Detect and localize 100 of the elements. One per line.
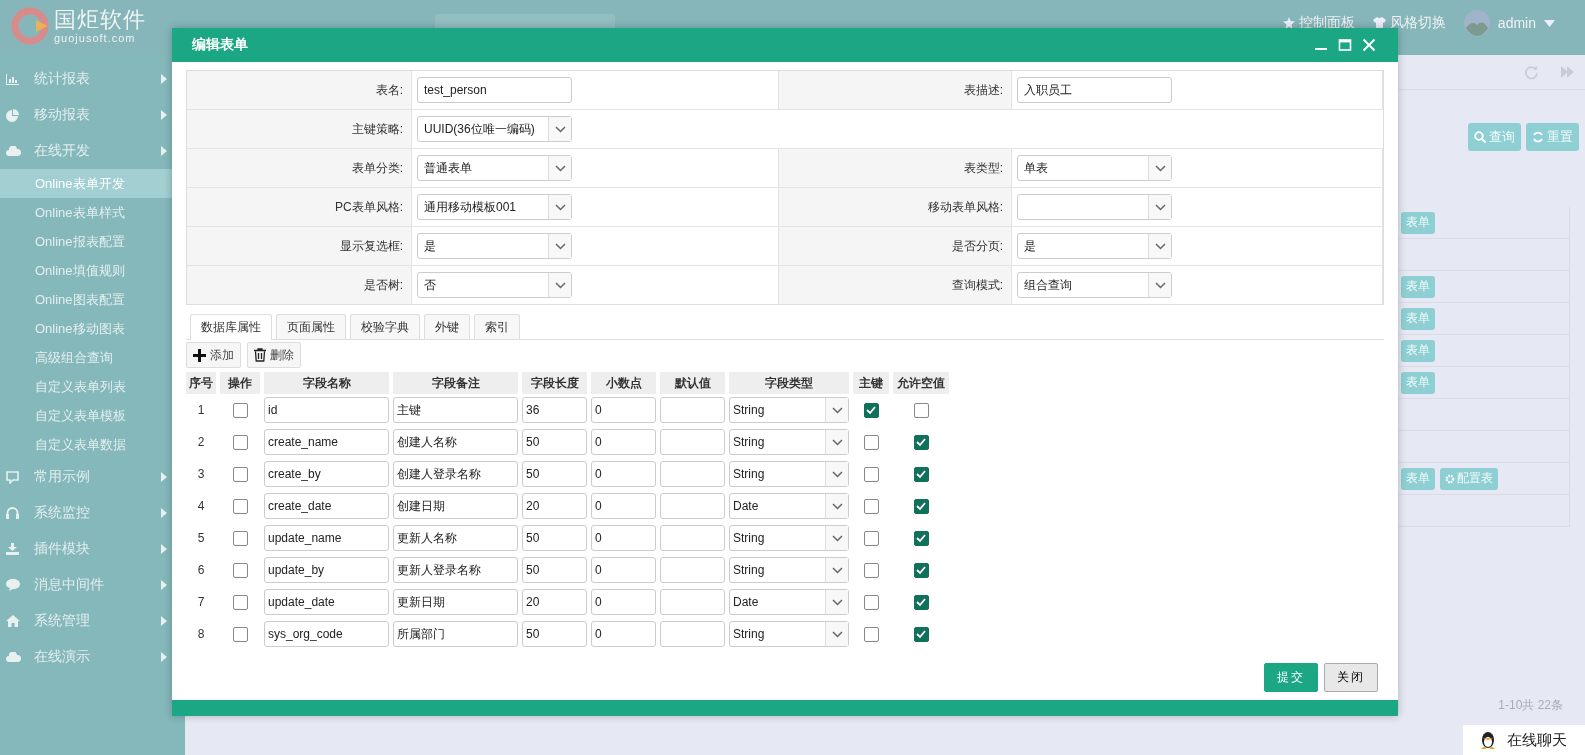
- checkbox[interactable]: [913, 626, 929, 642]
- text-field[interactable]: create_name: [264, 429, 389, 455]
- select-field[interactable]: 普通表单: [417, 155, 572, 181]
- delete-button[interactable]: 删除: [247, 342, 301, 368]
- text-field[interactable]: 所属部门: [393, 621, 518, 647]
- text-field[interactable]: [660, 621, 725, 647]
- logo-icon: [10, 6, 50, 46]
- text-field[interactable]: update_name: [264, 525, 389, 551]
- text-field[interactable]: update_date: [264, 589, 389, 615]
- text-field[interactable]: 更新日期: [393, 589, 518, 615]
- text-field[interactable]: 50: [522, 461, 587, 487]
- checkbox[interactable]: [232, 594, 248, 610]
- text-field[interactable]: 创建日期: [393, 493, 518, 519]
- text-field[interactable]: [660, 461, 725, 487]
- text-field[interactable]: [660, 525, 725, 551]
- select-field[interactable]: 否: [417, 272, 572, 298]
- select-field[interactable]: 单表: [1017, 155, 1172, 181]
- select-field[interactable]: String: [729, 397, 849, 423]
- text-field[interactable]: 50: [522, 621, 587, 647]
- close-button[interactable]: 关闭: [1324, 663, 1378, 692]
- text-field[interactable]: 20: [522, 493, 587, 519]
- checkbox[interactable]: [913, 594, 929, 610]
- text-field[interactable]: create_date: [264, 493, 389, 519]
- text-field[interactable]: 更新人登录名称: [393, 557, 518, 583]
- select-field[interactable]: 通用移动模板001: [417, 194, 572, 220]
- checkbox[interactable]: [232, 530, 248, 546]
- checkbox[interactable]: [863, 626, 879, 642]
- text-field[interactable]: 0: [591, 461, 656, 487]
- arrow-icon: [161, 652, 167, 662]
- text-field[interactable]: 0: [591, 525, 656, 551]
- select-field[interactable]: 组合查询: [1017, 272, 1172, 298]
- select-field[interactable]: String: [729, 621, 849, 647]
- text-field[interactable]: sys_org_code: [264, 621, 389, 647]
- chat-button[interactable]: 在线聊天: [1463, 725, 1585, 755]
- text-field[interactable]: id: [264, 397, 389, 423]
- text-field[interactable]: create_by: [264, 461, 389, 487]
- checkbox[interactable]: [913, 562, 929, 578]
- checkbox[interactable]: [232, 466, 248, 482]
- checkbox[interactable]: [863, 466, 879, 482]
- tab[interactable]: 外键: [424, 314, 470, 339]
- select-field[interactable]: Date: [729, 589, 849, 615]
- text-field[interactable]: [660, 589, 725, 615]
- tab[interactable]: 数据库属性: [190, 314, 272, 340]
- checkbox[interactable]: [913, 530, 929, 546]
- checkbox[interactable]: [232, 626, 248, 642]
- text-field[interactable]: 0: [591, 589, 656, 615]
- text-field[interactable]: 0: [591, 493, 656, 519]
- select-field[interactable]: String: [729, 429, 849, 455]
- checkbox[interactable]: [232, 434, 248, 450]
- text-field[interactable]: [660, 397, 725, 423]
- checkbox[interactable]: [863, 530, 879, 546]
- checkbox[interactable]: [232, 402, 248, 418]
- select-field[interactable]: 是: [1017, 233, 1172, 259]
- select-field[interactable]: [1017, 194, 1172, 220]
- checkbox[interactable]: [232, 498, 248, 514]
- text-field[interactable]: 更新人名称: [393, 525, 518, 551]
- text-field[interactable]: update_by: [264, 557, 389, 583]
- text-field[interactable]: 20: [522, 589, 587, 615]
- text-field[interactable]: 入职员工: [1017, 77, 1172, 103]
- checkbox[interactable]: [913, 498, 929, 514]
- checkbox[interactable]: [232, 562, 248, 578]
- checkbox[interactable]: [913, 466, 929, 482]
- add-button[interactable]: 添加: [186, 342, 241, 368]
- checkbox[interactable]: [913, 434, 929, 450]
- arrow-icon: [161, 110, 167, 120]
- text-field[interactable]: test_person: [417, 77, 572, 103]
- close-icon[interactable]: [1362, 38, 1376, 52]
- text-field[interactable]: 0: [591, 557, 656, 583]
- star-icon: [1282, 17, 1295, 29]
- tab[interactable]: 页面属性: [276, 314, 346, 339]
- checkbox[interactable]: [913, 402, 929, 418]
- text-field[interactable]: 0: [591, 621, 656, 647]
- checkbox[interactable]: [863, 562, 879, 578]
- select-field[interactable]: UUID(36位唯一编码): [417, 116, 572, 142]
- text-field[interactable]: 36: [522, 397, 587, 423]
- row-number: 3: [197, 467, 205, 481]
- select-field[interactable]: Date: [729, 493, 849, 519]
- checkbox[interactable]: [863, 434, 879, 450]
- select-field[interactable]: String: [729, 557, 849, 583]
- caret-icon[interactable]: [1544, 19, 1555, 27]
- text-field[interactable]: 创建人名称: [393, 429, 518, 455]
- text-field[interactable]: 主键: [393, 397, 518, 423]
- text-field[interactable]: 50: [522, 429, 587, 455]
- checkbox[interactable]: [863, 498, 879, 514]
- select-field[interactable]: String: [729, 461, 849, 487]
- maximize-icon[interactable]: [1338, 38, 1352, 52]
- tab[interactable]: 校验字典: [350, 314, 420, 339]
- select-field[interactable]: 是: [417, 233, 572, 259]
- text-field[interactable]: [660, 429, 725, 455]
- text-field[interactable]: [660, 493, 725, 519]
- tab[interactable]: 索引: [474, 314, 520, 339]
- text-field[interactable]: 0: [591, 397, 656, 423]
- checkbox[interactable]: [863, 402, 879, 418]
- text-field[interactable]: 50: [522, 557, 587, 583]
- checkbox[interactable]: [863, 594, 879, 610]
- text-field[interactable]: 50: [522, 525, 587, 551]
- text-field[interactable]: 创建人登录名称: [393, 461, 518, 487]
- select-field[interactable]: String: [729, 525, 849, 551]
- text-field[interactable]: [660, 557, 725, 583]
- text-field[interactable]: 0: [591, 429, 656, 455]
